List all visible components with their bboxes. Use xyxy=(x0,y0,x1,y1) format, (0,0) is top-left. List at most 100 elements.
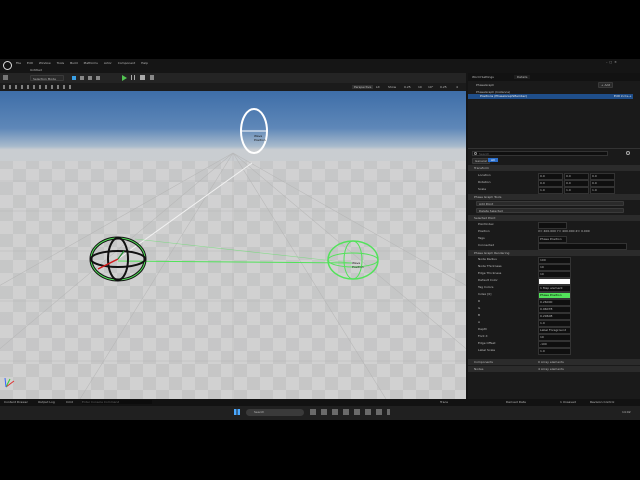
menu-build[interactable]: Build xyxy=(70,61,78,65)
render-row: G 0.96078 xyxy=(468,305,640,313)
viewport-toolbar: Perspective Lit Show 0.25 10 10° 0.25 4 xyxy=(0,83,466,91)
toolbar-icon-group xyxy=(72,76,112,80)
section-components[interactable]: Components 0 Array elements xyxy=(468,359,640,365)
render-row-label: A xyxy=(478,320,481,324)
add-component-button[interactable]: + Add xyxy=(598,82,614,88)
render-row-label: Label Scale xyxy=(478,348,496,352)
render-row: Index [0] Phase Position xyxy=(468,291,640,299)
phase-node-top[interactable] xyxy=(240,108,268,154)
tab-details[interactable]: Details xyxy=(514,75,531,79)
add-point-button[interactable]: Add Point xyxy=(476,201,624,206)
speed-value[interactable]: 0.25 xyxy=(404,85,411,89)
menu-edit[interactable]: Edit xyxy=(27,61,33,65)
mode-selector[interactable]: Selection Mode xyxy=(30,75,64,81)
revision-control-button[interactable]: Revision Control xyxy=(590,400,614,404)
section-components-label: Components xyxy=(474,360,493,364)
panel-header: PhaseGraph + Add xyxy=(468,81,640,89)
menu-actor[interactable]: Actor xyxy=(104,61,112,65)
settings-icon[interactable] xyxy=(88,76,92,80)
unreal-logo-icon[interactable] xyxy=(3,61,12,70)
taskbar-clock: 14:02 xyxy=(622,410,631,414)
show-button[interactable]: Show xyxy=(388,85,396,89)
taskbar: Search 14:02 xyxy=(0,406,640,420)
cinematics-icon[interactable] xyxy=(96,76,100,80)
grid-value[interactable]: 10 xyxy=(418,85,422,89)
minimize-icon[interactable]: – xyxy=(606,60,608,64)
render-row: Edge Offset -100 xyxy=(468,340,640,348)
settings-gear-icon[interactable] xyxy=(626,151,630,155)
menu-platforms[interactable]: Platforms xyxy=(84,61,98,65)
render-row: B 0.29608 xyxy=(468,312,640,320)
render-row: R 0.26000 xyxy=(468,298,640,306)
graph-name: PhaseGraph xyxy=(476,83,495,87)
delete-selected-button[interactable]: Delete Selected xyxy=(476,208,624,213)
taskbar-search[interactable]: Search xyxy=(246,409,304,416)
camera-value[interactable]: 4 xyxy=(456,85,458,89)
viewport-tools-icons[interactable] xyxy=(3,85,73,89)
project-tab[interactable]: Untitled xyxy=(30,68,42,72)
render-row-value[interactable]: 1.0 xyxy=(538,348,571,355)
transform-label-scale: Scale xyxy=(478,187,487,191)
taskbar-app-icons[interactable] xyxy=(310,409,390,415)
selected-row-index: PointIndex xyxy=(468,221,640,229)
console-input[interactable]: Enter Console Command xyxy=(82,400,152,404)
selected-value-position[interactable]: X= 400.000 Y= 400.000 Z= 0.000 xyxy=(538,229,590,233)
mode-label: Selection Mode xyxy=(33,77,56,81)
content-icon[interactable] xyxy=(80,76,84,80)
tab-world-settings[interactable]: World Settings xyxy=(472,75,494,79)
menu-file[interactable]: File xyxy=(16,61,21,65)
close-icon[interactable]: ✕ xyxy=(614,60,617,64)
section-tools-label: Phase Graph Tools xyxy=(474,195,502,199)
unsaved-indicator[interactable]: 1 Unsaved xyxy=(560,400,576,404)
section-transform[interactable]: Transform xyxy=(468,165,640,171)
search-input[interactable]: Search xyxy=(472,151,608,156)
section-nodes[interactable]: Nodes 4 Array elements xyxy=(468,366,640,372)
pause-icon[interactable] xyxy=(131,75,135,80)
render-row-label: Node Radius xyxy=(478,257,497,261)
selected-row-position: Position X= 400.000 Y= 400.000 Z= 0.000 xyxy=(468,228,640,235)
panel-splitter[interactable] xyxy=(468,148,640,149)
render-row: Node Radius 100 xyxy=(468,256,640,264)
render-row: Tag Colors 1 Map element xyxy=(468,284,640,292)
scale-x[interactable]: 1.0 xyxy=(538,187,563,194)
render-row-label: Default Color xyxy=(478,278,498,282)
play-button[interactable] xyxy=(122,75,127,81)
section-tools[interactable]: Phase Graph Tools xyxy=(468,194,640,200)
main-toolbar: Selection Mode xyxy=(0,73,466,83)
selected-row-connected: Connected xyxy=(468,242,640,250)
menu-window[interactable]: Window xyxy=(39,61,51,65)
menu-help[interactable]: Help xyxy=(141,61,148,65)
launch-icon[interactable] xyxy=(150,75,154,80)
blueprint-icon[interactable] xyxy=(72,76,76,80)
maximize-icon[interactable]: □ xyxy=(609,60,612,64)
perspective-button[interactable]: Perspective xyxy=(352,85,374,89)
selected-label-position: Position xyxy=(478,229,490,233)
selected-label-tags: Tags xyxy=(478,236,485,240)
menu-tools[interactable]: Tools xyxy=(57,61,64,65)
trace-button[interactable]: Trace xyxy=(440,400,448,404)
tree-child-row[interactable]: Positions (PhaseGraphMember) Edit in C++ xyxy=(468,94,633,99)
scale-y[interactable]: 1.0 xyxy=(564,187,589,194)
render-row-label: B xyxy=(478,313,481,317)
scale-value[interactable]: 0.25 xyxy=(440,85,447,89)
section-selected-label: Selected Point xyxy=(474,216,496,220)
menu-component[interactable]: Component xyxy=(118,61,135,65)
content-drawer-button[interactable]: Content Drawer xyxy=(4,400,28,404)
windows-start-icon[interactable] xyxy=(234,409,240,415)
cmd-button[interactable]: Cmd xyxy=(66,400,73,404)
render-row: Node Thickness 10 xyxy=(468,263,640,271)
view-mode-button[interactable]: Lit xyxy=(376,85,380,89)
selected-value-connected[interactable] xyxy=(538,243,627,250)
derived-data-button[interactable]: Derived Data xyxy=(506,400,526,404)
stop-icon[interactable] xyxy=(140,75,145,80)
render-row-label: Edge Thickness xyxy=(478,271,502,275)
angle-value[interactable]: 10° xyxy=(428,85,433,89)
filter-all[interactable]: All xyxy=(488,158,498,162)
scale-z[interactable]: 1.0 xyxy=(590,187,615,194)
output-log-button[interactable]: Output Log xyxy=(38,400,55,404)
transform-row-rotation: Rotation 0.0 0.0 0.0 xyxy=(468,179,640,187)
transform-label-rotation: Rotation xyxy=(478,180,491,184)
level-viewport[interactable]: Wave Position Wave Position xyxy=(0,91,466,399)
save-icon[interactable] xyxy=(3,75,8,80)
render-row-label: Font X xyxy=(478,334,488,338)
